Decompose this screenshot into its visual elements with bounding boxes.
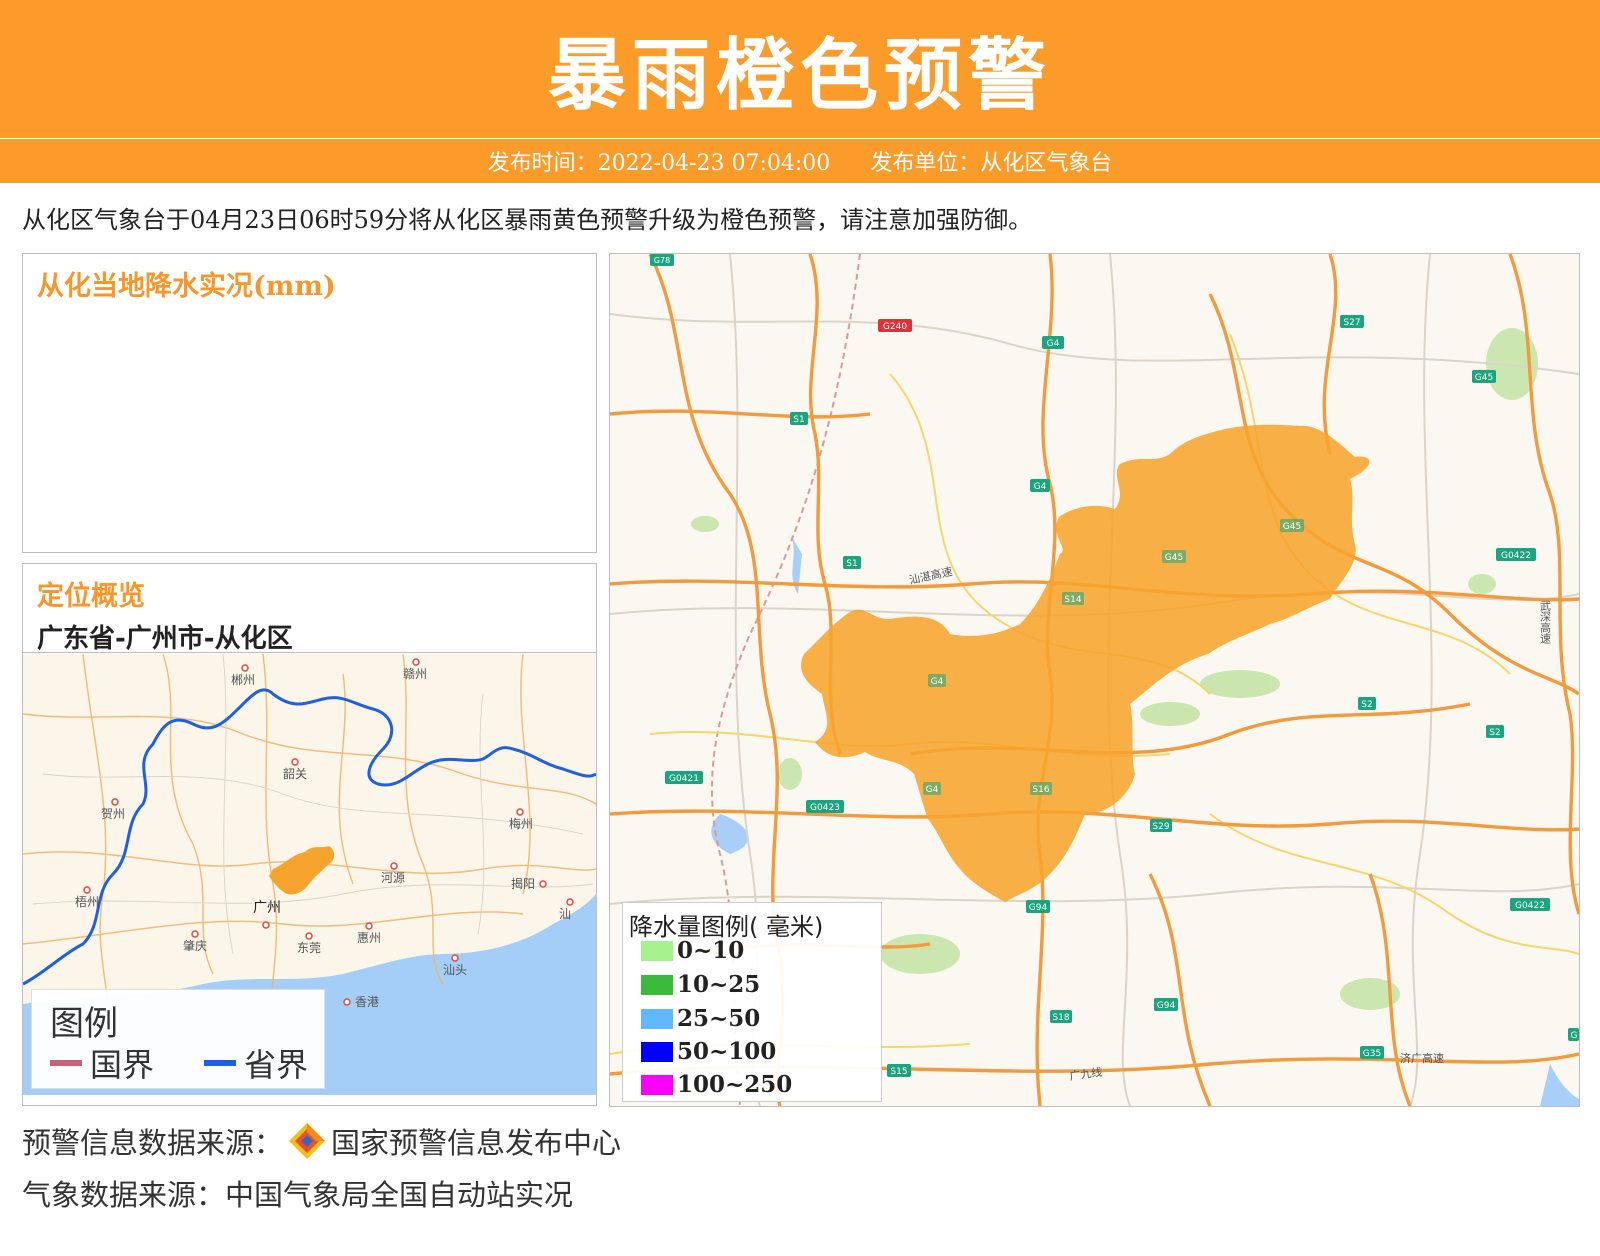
road-label: S18: [1052, 1013, 1069, 1023]
road-label: S14: [1064, 595, 1081, 605]
location-panel: 定位概览 广东省-广州市-从化区 郴州 赣州 韶关 贺州 梅州 河源 揭阳 梧州…: [22, 563, 597, 1106]
road-label: G0421: [669, 774, 699, 784]
city-label: 揭阳: [511, 876, 535, 891]
warning-source-label: 预警信息数据来源：: [22, 1126, 284, 1160]
city-label: 汕头: [443, 963, 467, 977]
detail-map[interactable]: G78 G240 G4 S27 G45 S1 G4 G45 S1 S14 G45…: [609, 253, 1580, 1107]
road-label: S1: [846, 559, 857, 569]
legend-item-province-border: 省界: [204, 1040, 308, 1086]
header-banner: 暴雨橙色预警: [0, 0, 1600, 138]
warning-center-logo-icon: [289, 1123, 326, 1159]
warning-summary: 从化区气象台于04月23日06时59分将从化区暴雨黄色预警升级为橙色预警，请注意…: [22, 206, 1033, 234]
road-label: G4: [1034, 482, 1047, 492]
road-label: S16: [1032, 785, 1049, 795]
rainfall-range-label: 50~100: [677, 1038, 777, 1065]
road-name: 济广高速: [1400, 1051, 1444, 1065]
rainfall-legend-item: 10~25: [641, 971, 760, 998]
city-label: 惠州: [357, 931, 381, 945]
meta-bar: 发布时间：2022-04-23 07:04:00 发布单位：从化区气象台: [0, 139, 1600, 183]
road-name: 武深高速: [1539, 600, 1552, 644]
road-label: G45: [1165, 553, 1183, 563]
city-label: 赣州: [403, 667, 427, 681]
rain-panel: 从化当地降水实况(mm): [22, 253, 597, 553]
city-label: 广州: [253, 900, 281, 916]
warning-title: 暴雨橙色预警: [547, 31, 1052, 121]
rain-panel-title: 从化当地降水实况(mm): [37, 271, 336, 302]
overview-map[interactable]: 郴州 赣州 韶关 贺州 梅州 河源 揭阳 梧州 广州 肇庆 东莞 惠州 汕头 汕…: [23, 654, 596, 1095]
road-label: S2: [1361, 700, 1372, 710]
city-label: 东莞: [297, 941, 321, 955]
city-label: 贺州: [101, 807, 125, 821]
rainfall-range-label: 100~250: [677, 1071, 793, 1098]
city-label: 肇庆: [183, 938, 207, 953]
road-label: G45: [1283, 522, 1301, 532]
road-label: G0423: [810, 803, 840, 813]
warning-source: 预警信息数据来源： 国家预警信息发布中心: [22, 1120, 621, 1162]
publisher: 发布单位：从化区气象台: [870, 151, 1113, 176]
overview-legend: 图例 国界 省界: [31, 989, 325, 1089]
city-label: 韶关: [283, 766, 307, 781]
road-label: S1: [793, 415, 804, 425]
rainfall-swatch: [641, 974, 673, 995]
road-label: G4: [931, 677, 944, 687]
city-label: 梧州: [75, 894, 99, 909]
rainfall-range-label: 0~10: [677, 937, 745, 964]
publish-time: 发布时间：2022-04-23 07:04:00: [487, 151, 831, 176]
location-panel-title: 定位概览: [37, 581, 145, 612]
city-label: 郴州: [231, 673, 255, 687]
city-label: 香港: [355, 995, 379, 1009]
rainfall-legend: 降水量图例( 毫米) 0~10 10~25 25~50 50~100 100~2…: [622, 902, 882, 1102]
road-label: G4: [926, 785, 939, 795]
road-label: S29: [1152, 822, 1169, 832]
road-label: S15: [890, 1067, 907, 1077]
road-label: G45: [1475, 373, 1493, 383]
road-label: G240: [883, 322, 907, 332]
road-label: G94: [1029, 903, 1048, 913]
city-label: 汕: [559, 907, 571, 921]
rainfall-range-label: 25~50: [677, 1005, 761, 1032]
national-border-swatch: [50, 1060, 82, 1066]
province-border-swatch: [204, 1060, 236, 1066]
warning-source-name: 国家预警信息发布中心: [331, 1126, 622, 1160]
legend-item-national-border: 国界: [50, 1040, 154, 1086]
rainfall-legend-item: 100~250: [641, 1071, 792, 1098]
legend-label: 省界: [244, 1046, 309, 1084]
road-label: G0422: [1515, 901, 1545, 911]
rainfall-swatch: [641, 1041, 673, 1062]
road-label: S2: [1489, 728, 1500, 738]
rainfall-swatch: [641, 940, 673, 961]
road-label: G4: [1047, 339, 1060, 349]
road-label: S27: [1343, 318, 1360, 328]
road-label: G35: [1363, 1049, 1381, 1059]
legend-label: 国界: [90, 1046, 155, 1084]
city-label: 梅州: [509, 816, 533, 831]
rainfall-legend-item: 50~100: [641, 1038, 776, 1065]
road-label: G78: [654, 256, 670, 265]
rainfall-swatch: [641, 1008, 673, 1029]
rainfall-swatch: [641, 1074, 673, 1095]
road-label: G94: [1157, 1001, 1176, 1011]
city-label: 河源: [381, 871, 405, 885]
road-label: G0422: [1501, 551, 1531, 561]
location-path: 广东省-广州市-从化区: [37, 624, 293, 654]
road-label: G: [1571, 1031, 1578, 1041]
weather-source: 气象数据来源：中国气象局全国自动站实况: [22, 1178, 574, 1212]
rainfall-legend-item: 25~50: [641, 1005, 760, 1032]
rainfall-range-label: 10~25: [677, 971, 761, 998]
rainfall-legend-item: 0~10: [641, 937, 744, 964]
overview-legend-title: 图例: [50, 1004, 118, 1044]
